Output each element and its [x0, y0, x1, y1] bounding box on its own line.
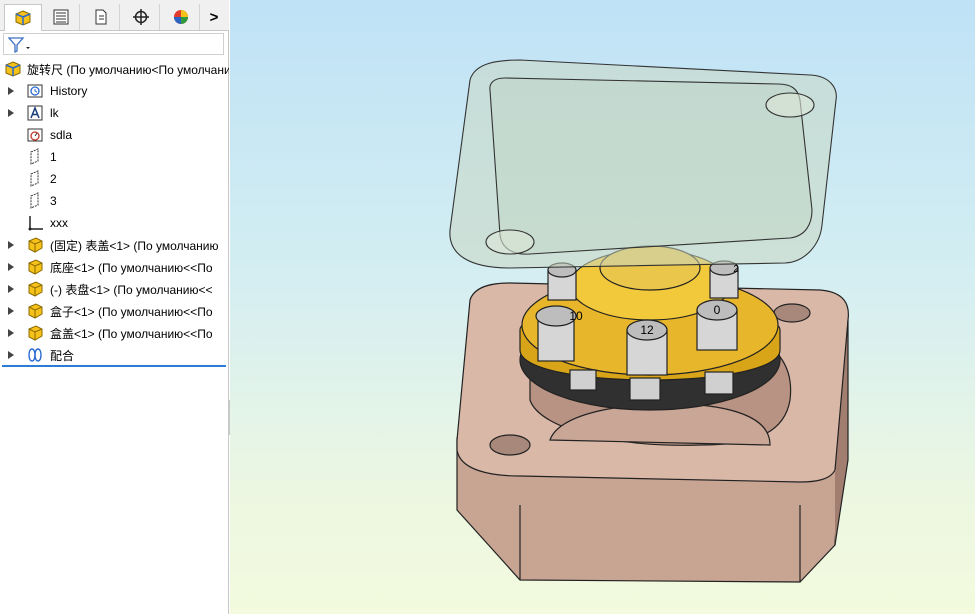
tree-item-lk[interactable]: lk — [0, 102, 229, 124]
dial-label: 10 — [569, 309, 583, 323]
graphics-viewport[interactable]: 10 12 0 2 — [230, 0, 975, 614]
chevron-right-icon: > — [209, 8, 219, 26]
plane-icon — [26, 170, 44, 188]
property-manager-tab[interactable] — [42, 4, 80, 30]
dial-label: 12 — [640, 323, 654, 337]
expand-arrow-icon[interactable] — [8, 285, 14, 293]
property-manager-icon — [53, 9, 68, 25]
feature-manager-tab[interactable] — [4, 4, 42, 31]
tree-item-label: 2 — [50, 172, 57, 186]
tree-item-label: 1 — [50, 150, 57, 164]
sensor-icon — [26, 126, 44, 144]
tree-filter[interactable] — [3, 33, 224, 55]
manager-tabs: > — [0, 0, 229, 31]
dial-label: 0 — [714, 303, 721, 317]
expand-arrow-icon[interactable] — [8, 87, 14, 95]
tree-item-label: 3 — [50, 194, 57, 208]
tree-item-component[interactable]: 盒子<1> (По умолчанию<<По — [0, 300, 229, 322]
expand-arrow-icon[interactable] — [8, 351, 14, 359]
tree-item-label: 盒盖<1> (По умолчанию<<По — [50, 326, 213, 341]
part-icon — [26, 324, 44, 342]
feature-manager-icon — [15, 10, 31, 26]
tree-item-sdla[interactable]: sdla — [0, 124, 229, 146]
configuration-manager-tab[interactable] — [82, 4, 120, 30]
tree-item-label: sdla — [50, 128, 73, 142]
part-icon — [26, 236, 44, 254]
tree-item-label: (固定) 表盖<1> (По умолчанию — [50, 238, 219, 253]
rollback-bar[interactable] — [2, 365, 226, 367]
annotations-icon — [26, 104, 44, 122]
tree-item-label: xxx — [50, 216, 68, 230]
tree-item-component[interactable]: (固定) 表盖<1> (По умолчанию — [0, 234, 229, 256]
history-icon — [26, 82, 44, 100]
assembly-3d-model[interactable]: 10 12 0 2 — [230, 0, 975, 614]
display-manager-icon — [173, 10, 188, 24]
filter-icon — [8, 37, 30, 54]
plane-icon — [26, 148, 44, 166]
tree-item-label: (-) 表盘<1> (По умолчанию<< — [50, 282, 213, 297]
expand-arrow-icon[interactable] — [8, 109, 14, 117]
tree-item-plane-1[interactable]: 1 — [0, 146, 229, 168]
dial-label: 2 — [733, 264, 739, 275]
tree-item-label: 底座<1> (По умолчанию<<По — [50, 260, 213, 275]
tree-item-label: 配合 — [50, 348, 75, 363]
tree-item-component[interactable]: (-) 表盘<1> (По умолчанию<< — [0, 278, 229, 300]
feature-manager-panel: > 旋转尺 (По умолчанию<По умолчанию History — [0, 0, 229, 614]
part-icon — [26, 302, 44, 320]
expand-arrow-icon[interactable] — [8, 307, 14, 315]
tree-item-plane-2[interactable]: 2 — [0, 168, 229, 190]
tree-item-label: 盒子<1> (По умолчанию<<По — [50, 304, 213, 319]
dimxpert-manager-tab[interactable] — [122, 4, 160, 30]
mates-icon — [26, 346, 44, 364]
display-manager-tab[interactable] — [162, 4, 200, 30]
tree-item-component[interactable]: 底座<1> (По умолчанию<<По — [0, 256, 229, 278]
assembly-icon — [4, 60, 22, 78]
tree-item-plane-3[interactable]: 3 — [0, 190, 229, 212]
tree-item-origin[interactable]: xxx — [0, 212, 229, 234]
tree-item-label: lk — [50, 106, 59, 120]
crosshair-icon — [132, 9, 149, 25]
tree-root-assembly[interactable]: 旋转尺 (По умолчанию<По умолчанию — [0, 58, 229, 80]
part-icon — [26, 258, 44, 276]
plane-icon — [26, 192, 44, 210]
tree-root-label: 旋转尺 (По умолчанию<По умолчанию — [27, 62, 229, 77]
expand-arrow-icon[interactable] — [8, 263, 14, 271]
part-icon — [26, 280, 44, 298]
tree-item-mates[interactable]: 配合 — [0, 344, 229, 366]
tree-item-component[interactable]: 盒盖<1> (По умолчанию<<По — [0, 322, 229, 344]
transparent-lid — [449, 59, 837, 269]
expand-arrow-icon[interactable] — [8, 329, 14, 337]
tree-item-history[interactable]: History — [0, 80, 229, 102]
tree-item-label: History — [50, 84, 88, 98]
more-tabs-button[interactable]: > — [200, 4, 228, 30]
origin-icon — [26, 214, 44, 232]
configuration-manager-icon — [95, 9, 106, 25]
expand-arrow-icon[interactable] — [8, 241, 14, 249]
